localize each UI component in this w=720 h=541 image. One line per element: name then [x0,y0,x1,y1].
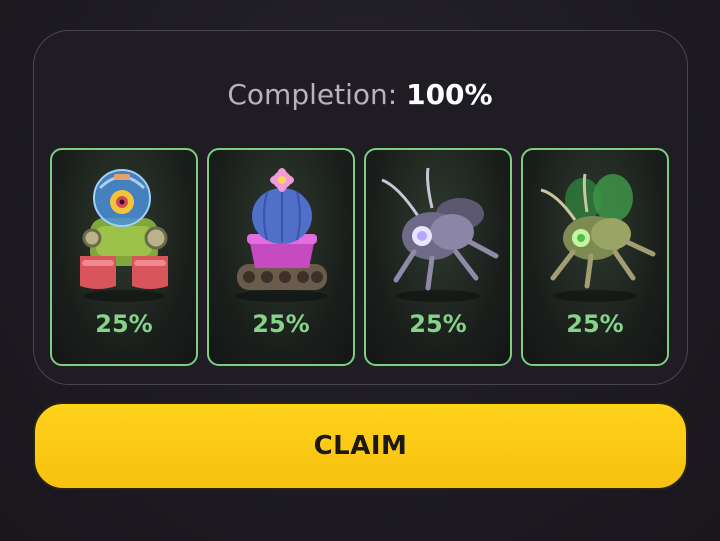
card-percent: 25% [95,310,153,338]
completion-label: Completion: [227,78,398,111]
reward-screen: Completion: 100% 25% 25% 25% 25% CLAIM [0,0,720,541]
claim-button-label: CLAIM [313,431,408,461]
claim-button[interactable]: CLAIM [33,402,688,490]
completion-text: Completion: 100% [0,78,720,111]
card-percent: 25% [409,310,467,338]
collectible-card-2[interactable]: 25% [207,148,355,366]
green-mech-bug-icon [540,173,656,302]
card-percent: 25% [566,310,624,338]
collectible-card-1[interactable]: 25% [50,148,198,366]
completion-value: 100% [406,78,493,111]
diver-robot-icon [80,169,168,302]
collectible-card-4[interactable]: 25% [521,148,669,366]
card-percent: 25% [252,310,310,338]
purple-mech-bug-icon [381,167,499,302]
collectible-card-3[interactable]: 25% [364,148,512,366]
cactus-tank-icon [235,168,327,302]
